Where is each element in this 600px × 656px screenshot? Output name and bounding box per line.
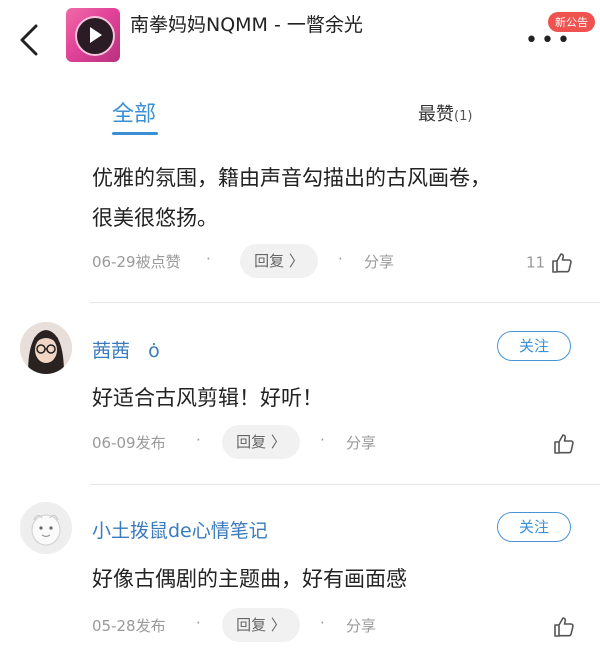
like-button[interactable]: 11	[526, 251, 574, 275]
separator-dot: ·	[338, 250, 343, 268]
comment-text-line: 很美很悠扬。	[92, 206, 218, 230]
share-button[interactable]: 分享	[346, 432, 376, 453]
like-button[interactable]	[552, 615, 576, 639]
user-photo-icon	[20, 502, 72, 554]
tab-all[interactable]: 全部	[112, 96, 156, 128]
comment-meta: 06-29被点赞 · 回复 〉 · 分享 11	[92, 244, 582, 278]
thumbs-up-icon	[554, 617, 574, 637]
follow-button[interactable]: 关注	[497, 331, 571, 361]
comment-text-line: 优雅的氛围，籍由声音勾描出的古风画卷，	[92, 166, 491, 190]
comment-date: 06-09发布	[92, 434, 166, 452]
active-tab-indicator	[112, 132, 158, 135]
user-level-icon: ȯ	[148, 340, 160, 362]
thumbs-up-icon	[552, 253, 572, 273]
avatar[interactable]	[20, 322, 72, 374]
thumbs-up-icon	[554, 434, 574, 454]
tab-best-label: 最赞	[418, 104, 454, 125]
divider	[90, 302, 600, 303]
username-text: 茜茜	[92, 340, 131, 362]
comment-meta: 05-28发布 · 回复 〉 · 分享	[92, 608, 582, 642]
comment-date: 06-29被点赞	[92, 253, 181, 271]
separator-dot: ·	[196, 431, 201, 449]
comment-text: 好像古偶剧的主题曲，好有画面感	[92, 567, 407, 591]
comment-tabs: 全部 最赞(1)	[0, 88, 600, 140]
album-cover[interactable]	[66, 8, 120, 62]
separator-dot: ·	[206, 250, 211, 268]
more-dots-icon[interactable]: •••	[525, 30, 573, 52]
user-photo-icon	[20, 322, 72, 374]
reply-button[interactable]: 回复 〉	[222, 425, 300, 459]
username[interactable]: 茜茜 ȯ	[92, 336, 160, 363]
like-button[interactable]	[552, 432, 576, 456]
back-chevron-icon[interactable]	[14, 20, 44, 60]
comment-date: 05-28发布	[92, 617, 166, 635]
top-bar: 南拳妈妈NQMM - 一瞥余光 新公告 •••	[0, 0, 600, 80]
comment-meta: 06-09发布 · 回复 〉 · 分享	[92, 425, 582, 459]
separator-dot: ·	[196, 614, 201, 632]
username-text: 小土拨鼠de心情笔记	[92, 520, 268, 542]
separator-dot: ·	[320, 614, 325, 632]
follow-button[interactable]: 关注	[497, 512, 571, 542]
avatar[interactable]	[20, 502, 72, 554]
reply-button[interactable]: 回复 〉	[240, 244, 318, 278]
separator-dot: ·	[320, 431, 325, 449]
comment-text: 好适合古风剪辑！好听！	[92, 386, 323, 410]
like-count: 11	[526, 253, 546, 272]
comment-text: 优雅的氛围，籍由声音勾描出的古风画卷， 很美很悠扬。	[92, 158, 562, 238]
reply-button[interactable]: 回复 〉	[222, 608, 300, 642]
divider	[90, 484, 600, 485]
tab-best-count: (1)	[454, 109, 473, 124]
share-button[interactable]: 分享	[346, 615, 376, 636]
song-title: 南拳妈妈NQMM - 一瞥余光	[130, 14, 363, 36]
tab-best[interactable]: 最赞(1)	[418, 100, 472, 126]
share-button[interactable]: 分享	[364, 251, 394, 272]
username[interactable]: 小土拨鼠de心情笔记	[92, 516, 268, 543]
play-icon	[90, 27, 102, 43]
